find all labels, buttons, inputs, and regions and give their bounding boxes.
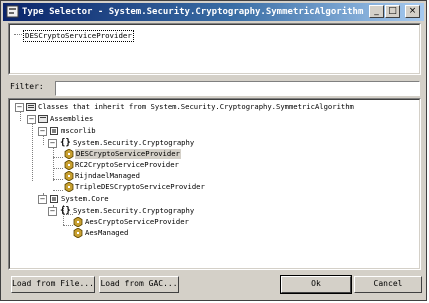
collapse-toggle[interactable]: −: [27, 115, 36, 124]
tree-label: System.Core: [61, 194, 109, 203]
load-from-file-button[interactable]: Load from File...: [11, 276, 95, 293]
load-from-gac-button[interactable]: Load from GAC...: [99, 276, 179, 293]
namespace-icon: {}: [60, 206, 71, 216]
tree-label: AesManaged: [85, 228, 129, 237]
tree-label: AesCryptoServiceProvider: [85, 217, 189, 226]
filter-label: Filter:: [10, 82, 44, 91]
tree-label: System.Security.Cryptography: [73, 138, 195, 147]
class-icon: [64, 182, 74, 192]
collapse-toggle[interactable]: −: [15, 103, 24, 112]
class-icon: [73, 217, 83, 227]
tree-label: RijndaelManaged: [75, 171, 140, 180]
window-title: Type Selector - System.Security.Cryptogr…: [22, 7, 364, 17]
ok-button[interactable]: Ok: [280, 275, 352, 294]
namespace-icon: {}: [60, 138, 71, 148]
tree-node-mscorlib[interactable]: − mscorlib: [9, 126, 209, 136]
selected-type-label[interactable]: DESCryptoServiceProvider: [23, 30, 134, 42]
tree-label: Assemblies: [50, 114, 94, 123]
tree-label: RC2CryptoServiceProvider: [75, 160, 179, 169]
tree-node-system-core[interactable]: − System.Core: [9, 194, 209, 204]
assembly-icon: [50, 127, 58, 135]
selected-type-box[interactable]: DESCryptoServiceProvider: [8, 23, 421, 75]
tree-label: mscorlib: [61, 126, 96, 135]
tree-node-tripledes[interactable]: TripleDESCryptoServiceProvider: [9, 182, 309, 192]
tree-node-des[interactable]: DESCryptoServiceProvider: [9, 149, 259, 159]
minimize-button[interactable]: _: [369, 5, 384, 18]
type-selector-window: Type Selector - System.Security.Cryptogr…: [0, 0, 427, 301]
tree-node-root[interactable]: − Classes that inherit from System.Secur…: [9, 102, 409, 112]
close-button[interactable]: ×: [405, 5, 420, 18]
tree-node-rc2[interactable]: RC2CryptoServiceProvider: [9, 160, 259, 170]
tree-node-aes-csp[interactable]: AesCryptoServiceProvider: [9, 217, 259, 227]
class-icon: [64, 160, 74, 170]
collapse-toggle[interactable]: −: [48, 139, 57, 148]
tree-label: Classes that inherit from System.Securit…: [38, 102, 354, 111]
filter-input[interactable]: [55, 81, 420, 96]
class-icon: [64, 149, 74, 159]
class-list-icon: [26, 103, 36, 111]
tree-node-rijndael[interactable]: RijndaelManaged: [9, 171, 259, 181]
tree-label-selected: DESCryptoServiceProvider: [75, 149, 181, 159]
cancel-button[interactable]: Cancel: [354, 276, 422, 293]
app-icon: [6, 5, 19, 18]
tree-label: TripleDESCryptoServiceProvider: [75, 182, 205, 191]
tree-node-aes-managed[interactable]: AesManaged: [9, 228, 259, 238]
type-tree[interactable]: − Classes that inherit from System.Secur…: [8, 98, 421, 270]
title-bar[interactable]: Type Selector - System.Security.Cryptogr…: [3, 3, 424, 21]
maximize-button[interactable]: □: [385, 5, 400, 18]
class-icon: [73, 228, 83, 238]
assembly-icon: [50, 195, 58, 203]
class-icon: [64, 171, 74, 181]
tree-node-namespace-2[interactable]: − {} System.Security.Cryptography: [9, 206, 259, 216]
collapse-toggle[interactable]: −: [38, 195, 47, 204]
assemblies-icon: [38, 115, 48, 123]
collapse-toggle[interactable]: −: [38, 127, 47, 136]
collapse-toggle[interactable]: −: [48, 207, 57, 216]
tree-node-namespace-1[interactable]: − {} System.Security.Cryptography: [9, 138, 259, 148]
tree-node-assemblies[interactable]: − Assemblies: [9, 114, 209, 124]
tree-label: System.Security.Cryptography: [73, 206, 195, 215]
